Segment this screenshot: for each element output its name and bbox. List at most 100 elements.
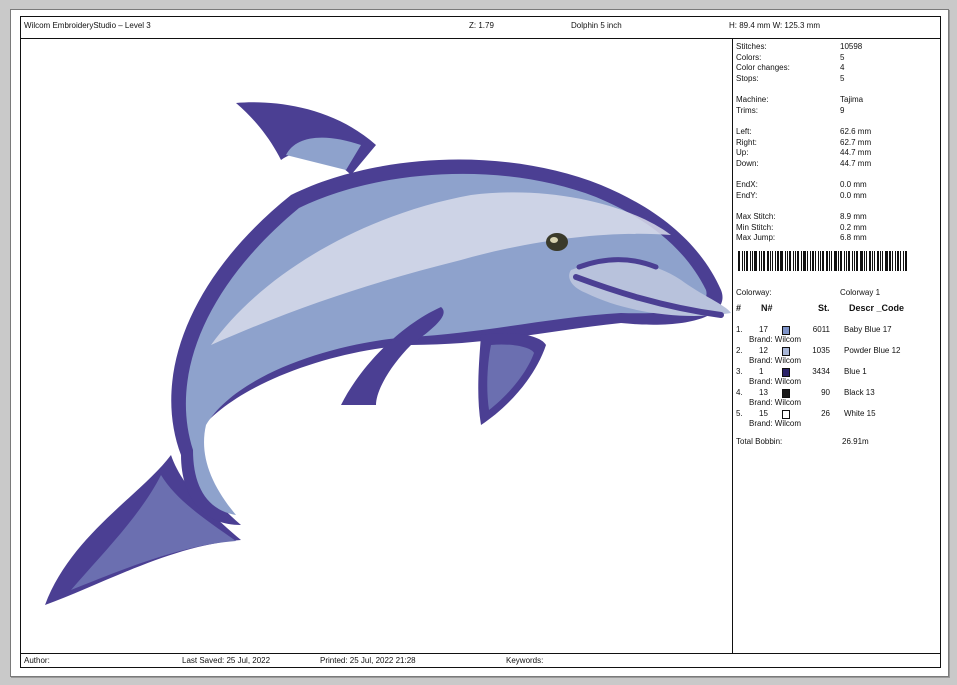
barcode-bar: [856, 251, 858, 271]
footer-author: Author:: [24, 656, 50, 665]
eye: [546, 233, 568, 251]
color-swatch: [782, 368, 790, 377]
design-info-panel: Colorway: Colorway 1 # N# St. Descr _Cod…: [734, 39, 939, 651]
barcode-bar: [801, 251, 802, 271]
barcode-bar: [848, 251, 850, 271]
stat-label: Stops:: [736, 74, 759, 83]
color-description: Baby Blue 17: [844, 325, 892, 334]
stat-value: 0.0 mm: [840, 180, 867, 189]
barcode-bar: [880, 251, 881, 271]
barcode-bar: [763, 251, 765, 271]
color-brand: Brand: Wilcom: [749, 419, 802, 428]
color-index: 4.: [736, 388, 743, 397]
stat-value: 10598: [840, 42, 863, 51]
color-brand: Brand: Wilcom: [749, 335, 802, 344]
app-name: Wilcom EmbroideryStudio – Level 3: [24, 21, 151, 30]
barcode-bar: [746, 251, 748, 271]
barcode-bar: [864, 251, 865, 271]
barcode-bar: [787, 251, 788, 271]
barcode-bar: [797, 251, 799, 271]
barcode-bar: [846, 251, 847, 271]
barcode-bar: [785, 251, 786, 271]
color-brand: Brand: Wilcom: [749, 377, 802, 386]
zoom-level: Z: 1.79: [469, 21, 494, 30]
stat-value: Tajima: [840, 95, 864, 104]
barcode-bar: [897, 251, 899, 271]
color-code: 17: [759, 325, 768, 334]
color-stitches: 3434: [812, 367, 830, 376]
barcode-bar: [795, 251, 796, 271]
color-code: 15: [759, 409, 768, 418]
stat-value: 8.9 mm: [840, 212, 867, 221]
barcode-bar: [810, 251, 811, 271]
dorsal-fin: [236, 102, 376, 175]
barcode-bar: [900, 251, 901, 271]
col-header-num: #: [736, 303, 742, 313]
color-index: 1.: [736, 325, 743, 334]
barcode-bar: [807, 251, 808, 271]
barcode-bar: [822, 251, 824, 271]
color-code: 1: [759, 367, 764, 376]
stat-value: 5: [840, 53, 845, 62]
barcode: [738, 251, 914, 271]
footer-last-saved: Last Saved: 25 Jul, 2022: [182, 656, 271, 665]
barcode-bar: [882, 251, 883, 271]
design-size: H: 89.4 mm W: 125.3 mm: [729, 21, 820, 30]
stat-value: 0.0 mm: [840, 191, 867, 200]
color-code: 13: [759, 388, 768, 397]
stat-label: Min Stitch:: [736, 223, 774, 232]
barcode-bar: [761, 251, 762, 271]
stat-label: Down:: [736, 159, 759, 168]
barcode-bar: [815, 251, 816, 271]
barcode-bar: [852, 251, 853, 271]
color-index: 2.: [736, 346, 743, 355]
color-stitches: 1035: [812, 346, 830, 355]
barcode-bar: [903, 251, 904, 271]
stat-label: Max Jump:: [736, 233, 776, 242]
stat-value: 9: [840, 106, 845, 115]
color-stitches: 26: [821, 409, 830, 418]
stat-label: Left:: [736, 127, 752, 136]
barcode-bar: [895, 251, 896, 271]
barcode-bar: [770, 251, 771, 271]
barcode-bar: [869, 251, 871, 271]
stat-label: Right:: [736, 138, 757, 147]
color-index: 3.: [736, 367, 743, 376]
col-header-n: N#: [761, 303, 773, 313]
stat-value: 5: [840, 74, 845, 83]
barcode-bar: [752, 251, 753, 271]
barcode-bar: [789, 251, 791, 271]
stat-label: Trims:: [736, 106, 758, 115]
barcode-bar: [744, 251, 745, 271]
stat-label: Stitches:: [736, 42, 767, 51]
barcode-bar: [767, 251, 769, 271]
color-description: Black 13: [844, 388, 875, 397]
barcode-bar: [818, 251, 819, 271]
barcode-bar: [866, 251, 867, 271]
barcode-bar: [826, 251, 828, 271]
barcode-bar: [889, 251, 891, 271]
dolphin-embroidery-image: [45, 102, 731, 605]
barcode-bar: [840, 251, 842, 271]
barcode-bar: [905, 251, 907, 271]
color-brand: Brand: Wilcom: [749, 398, 802, 407]
eye-glint: [550, 237, 558, 243]
stat-label: EndX:: [736, 180, 758, 189]
design-name: Dolphin 5 inch: [571, 21, 622, 30]
barcode-bar: [854, 251, 855, 271]
barcode-bar: [874, 251, 875, 271]
report-frame: Wilcom EmbroideryStudio – Level 3 Z: 1.7…: [20, 16, 941, 668]
barcode-bar: [892, 251, 893, 271]
barcode-bar: [777, 251, 779, 271]
col-header-descr: Descr _Code: [849, 303, 905, 313]
color-code: 12: [759, 346, 768, 355]
barcode-bar: [780, 251, 783, 271]
color-swatch: [782, 410, 790, 419]
stat-label: EndY:: [736, 191, 758, 200]
stat-value: 62.6 mm: [840, 127, 872, 136]
barcode-bar: [742, 251, 743, 271]
barcode-bar: [860, 251, 863, 271]
stat-label: Machine:: [736, 95, 769, 104]
stat-label: Max Stitch:: [736, 212, 776, 221]
print-preview-sheet: Wilcom EmbroideryStudio – Level 3 Z: 1.7…: [10, 9, 949, 677]
